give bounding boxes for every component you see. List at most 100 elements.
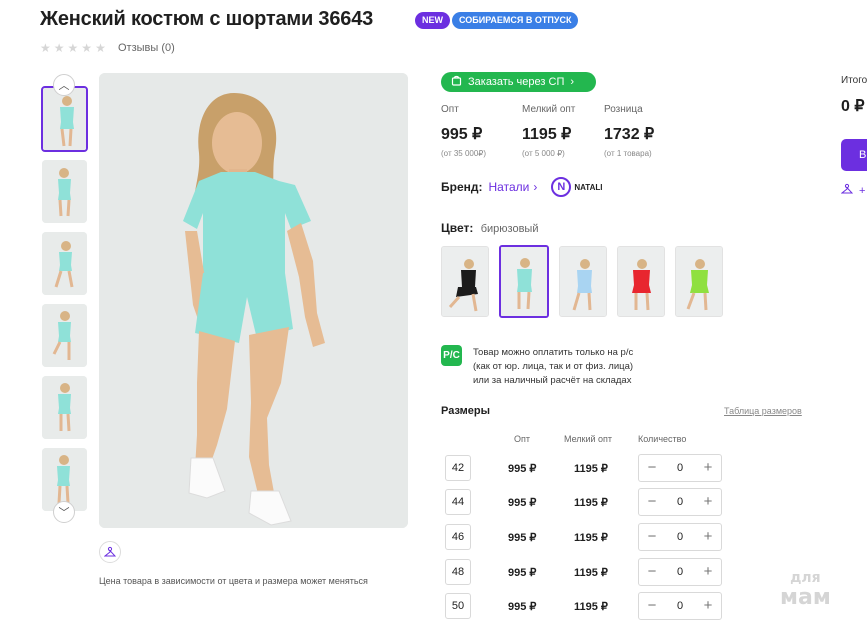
brand-label: Бренд: xyxy=(441,180,483,194)
quantity-stepper: − 0 + xyxy=(638,558,722,586)
plus-icon: + xyxy=(859,184,866,197)
size-price-opt: 995 ₽ xyxy=(508,601,537,613)
thumbnail-2[interactable] xyxy=(42,160,87,223)
size-price-small-opt: 1195 ₽ xyxy=(574,497,608,509)
bank-account-icon: Р/С xyxy=(441,345,462,366)
plus-icon[interactable]: + xyxy=(701,598,715,613)
brand-logo[interactable]: N NATALI xyxy=(551,177,602,197)
price-note: Цена товара в зависимости от цвета и раз… xyxy=(99,576,368,586)
minus-icon[interactable]: − xyxy=(645,494,659,509)
size-price-opt: 995 ₽ xyxy=(508,497,537,509)
brand-logo-text: NATALI xyxy=(574,182,603,192)
order-via-sp-button[interactable]: Заказать через СП › xyxy=(441,72,596,92)
brand-link[interactable]: Натали xyxy=(489,180,530,194)
quantity-value[interactable]: 0 xyxy=(677,566,683,578)
size-row: 46 995 ₽ 1195 ₽ − 0 + xyxy=(445,523,745,551)
swatch-photo xyxy=(676,247,722,316)
vacation-badge[interactable]: СОБИРАЕМСЯ В ОТПУСК xyxy=(452,12,579,29)
size-row: 48 995 ₽ 1195 ₽ − 0 + xyxy=(445,558,745,586)
thumbnail-4[interactable] xyxy=(42,304,87,367)
column-header-opt: Опт xyxy=(514,434,530,444)
sizes-title: Размеры xyxy=(441,405,491,417)
watermark: для мам xyxy=(780,568,831,609)
thumbnail-photo xyxy=(42,376,87,439)
minus-icon[interactable]: − xyxy=(645,529,659,544)
payment-line: (как от юр. лица, так и от физ. лица) xyxy=(473,361,634,372)
price-label: Мелкий опт xyxy=(522,104,576,115)
bag-icon xyxy=(451,75,462,89)
price-small-opt: Мелкий опт 1195 ₽ (от 5 000 ₽) xyxy=(522,104,575,158)
color-row: Цвет: бирюзовый xyxy=(441,221,538,235)
hanger-icon xyxy=(840,183,854,198)
color-swatch-lime[interactable] xyxy=(675,246,723,317)
size-table-link[interactable]: Таблица размеров xyxy=(724,406,802,416)
price-condition: (от 35 000₽) xyxy=(441,149,487,158)
price-retail: Розница 1732 ₽ (от 1 товара) xyxy=(604,104,654,158)
quantity-stepper: − 0 + xyxy=(638,592,722,620)
swatch-photo xyxy=(501,247,547,316)
size-price-small-opt: 1195 ₽ xyxy=(574,463,608,475)
plus-icon[interactable]: + xyxy=(701,494,715,509)
color-value: бирюзовый xyxy=(480,223,539,235)
quantity-value[interactable]: 0 xyxy=(677,462,683,474)
order-via-sp-label: Заказать через СП xyxy=(468,76,565,88)
star-icon: ★ xyxy=(95,41,106,55)
swatch-photo xyxy=(560,247,606,316)
color-label: Цвет: xyxy=(441,221,474,235)
color-swatch-light-blue[interactable] xyxy=(559,246,607,317)
price-opt: Опт 995 ₽ (от 35 000₽) xyxy=(441,104,486,158)
payment-text: Товар можно оплатить только на р/с (как … xyxy=(473,346,633,388)
color-swatch-black[interactable] xyxy=(441,246,489,317)
minus-icon[interactable]: − xyxy=(645,564,659,579)
price-condition: (от 1 товара) xyxy=(604,149,652,158)
minus-icon[interactable]: − xyxy=(645,460,659,475)
quantity-value[interactable]: 0 xyxy=(677,600,683,612)
swatch-photo xyxy=(618,247,664,316)
thumbnail-3[interactable] xyxy=(42,232,87,295)
brand-logo-mark: N xyxy=(551,177,572,197)
price-value: 1195 ₽ xyxy=(522,126,572,143)
swatch-photo xyxy=(442,247,488,316)
plus-icon[interactable]: + xyxy=(701,564,715,579)
size-label: 44 xyxy=(445,489,471,515)
size-row: 50 995 ₽ 1195 ₽ − 0 + xyxy=(445,592,745,620)
rating-stars[interactable]: ★ ★ ★ ★ ★ xyxy=(40,42,106,54)
star-icon: ★ xyxy=(40,41,51,55)
minus-icon[interactable]: − xyxy=(645,598,659,613)
star-icon: ★ xyxy=(67,41,79,55)
hanger-icon[interactable] xyxy=(99,541,121,563)
color-swatch-turquoise[interactable] xyxy=(499,245,549,318)
size-price-opt: 995 ₽ xyxy=(508,463,537,475)
plus-icon[interactable]: + xyxy=(701,460,715,475)
chevron-right-icon: › xyxy=(570,76,575,88)
product-title: Женский костюм с шортами 36643 xyxy=(40,8,374,30)
price-value: 1732 ₽ xyxy=(604,126,655,143)
quantity-stepper: − 0 + xyxy=(638,488,722,516)
thumbnail-photo xyxy=(42,160,87,223)
quantity-stepper: − 0 + xyxy=(638,454,722,482)
hanger-link[interactable]: + xyxy=(840,183,866,198)
color-swatch-red[interactable] xyxy=(617,246,665,317)
chevron-up-icon[interactable]: ︿ xyxy=(53,74,75,96)
payment-info: Р/С Товар можно оплатить только на р/с (… xyxy=(441,345,633,388)
quantity-value[interactable]: 0 xyxy=(677,531,683,543)
plus-icon[interactable]: + xyxy=(701,529,715,544)
thumbnail-photo xyxy=(42,304,87,367)
brand-row: Бренд: Натали › N NATALI xyxy=(441,177,602,197)
thumbnail-5[interactable] xyxy=(42,376,87,439)
size-price-small-opt: 1195 ₽ xyxy=(574,601,608,613)
chevron-down-icon[interactable]: ﹀ xyxy=(53,501,75,523)
thumbnail-photo xyxy=(42,232,87,295)
size-price-opt: 995 ₽ xyxy=(508,532,537,544)
model-illustration xyxy=(99,73,408,528)
size-row: 42 995 ₽ 1195 ₽ − 0 + xyxy=(445,454,745,482)
new-badge: NEW xyxy=(415,12,450,29)
price-value: 995 ₽ xyxy=(441,126,483,143)
quantity-value[interactable]: 0 xyxy=(677,496,683,508)
payment-line: Товар можно оплатить только на р/с xyxy=(473,347,634,358)
price-condition: (от 5 000 ₽) xyxy=(522,149,565,158)
main-product-photo[interactable] xyxy=(99,73,408,528)
reviews-link[interactable]: Отзывы (0) xyxy=(118,42,175,54)
thumbnail-photo xyxy=(43,88,86,150)
buy-button[interactable]: В xyxy=(841,139,867,171)
